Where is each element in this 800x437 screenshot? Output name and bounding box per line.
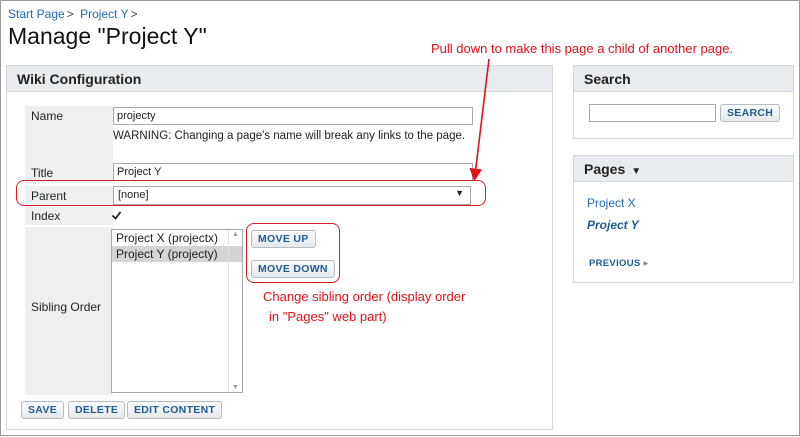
page-link-project-x[interactable]: Project X <box>587 196 636 210</box>
pages-panel: Pages ▼ Project X Project Y PREVIOUS ▸ <box>573 155 794 283</box>
delete-button[interactable]: DELETE <box>68 401 126 419</box>
sibling-order-listbox[interactable]: Project X (projectx) Project Y (projecty… <box>111 229 243 393</box>
chevron-right-icon: ▸ <box>643 258 649 269</box>
sibling-option-project-x[interactable]: Project X (projectx) <box>112 230 242 246</box>
search-header: Search <box>574 66 793 92</box>
listbox-scrollbar[interactable]: ▲ ▼ <box>228 230 242 392</box>
breadcrumb-separator: > <box>130 7 138 21</box>
scroll-down-icon[interactable]: ▼ <box>232 384 239 391</box>
breadcrumb: Start Page > Project Y > <box>8 7 141 21</box>
move-buttons-highlight <box>246 223 340 283</box>
breadcrumb-start-page[interactable]: Start Page <box>8 7 65 21</box>
save-button[interactable]: SAVE <box>21 401 65 419</box>
check-icon <box>111 211 122 220</box>
pages-header[interactable]: Pages ▼ <box>574 156 793 182</box>
name-label: Name <box>25 106 113 164</box>
edit-content-button[interactable]: EDIT CONTENT <box>127 401 223 419</box>
name-input[interactable]: projecty <box>113 107 473 125</box>
wiki-configuration-header: Wiki Configuration <box>7 66 552 92</box>
caret-down-icon: ▼ <box>631 166 642 177</box>
previous-label: PREVIOUS <box>589 258 641 269</box>
sibling-order-label: Sibling Order <box>25 227 113 395</box>
breadcrumb-separator: > <box>66 7 74 21</box>
title-input[interactable]: Project Y <box>113 163 473 181</box>
page-title: Manage "Project Y" <box>8 23 207 49</box>
search-input[interactable] <box>589 104 716 122</box>
pages-header-label: Pages <box>584 161 626 177</box>
sibling-annotation-line2: in "Pages" web part) <box>269 309 387 324</box>
parent-annotation: Pull down to make this page a child of a… <box>431 41 734 56</box>
index-label: Index <box>25 207 113 225</box>
index-checkbox[interactable] <box>111 210 122 221</box>
name-warning: WARNING: Changing a page's name will bre… <box>113 130 466 142</box>
parent-highlight <box>16 180 486 206</box>
sibling-annotation-line1: Change sibling order (display order <box>263 289 466 304</box>
breadcrumb-project-y[interactable]: Project Y <box>80 7 128 21</box>
page-link-project-y[interactable]: Project Y <box>587 218 639 232</box>
scroll-up-icon[interactable]: ▲ <box>232 231 239 238</box>
search-button[interactable]: SEARCH <box>720 104 781 122</box>
search-panel: Search SEARCH <box>573 65 794 139</box>
sibling-option-project-y[interactable]: Project Y (projecty) <box>112 246 242 262</box>
previous-link[interactable]: PREVIOUS ▸ <box>589 258 649 269</box>
